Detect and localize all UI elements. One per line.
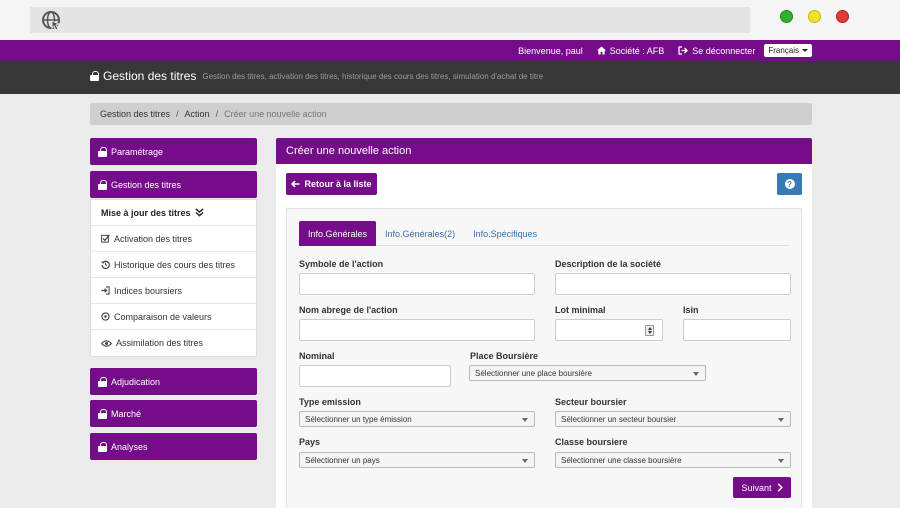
page-title: Gestion des titres	[103, 69, 197, 83]
panel-title: Créer une nouvelle action	[276, 138, 812, 164]
breadcrumb: Gestion des titres / Action / Créer une …	[90, 103, 812, 125]
form-tabs: Info.Générales Info.Générales(2) Info.Sp…	[299, 221, 789, 246]
company-link[interactable]: Société : AFB	[596, 45, 665, 56]
nominal-label: Nominal	[299, 351, 335, 361]
symbole-input[interactable]	[299, 273, 535, 295]
nom-abrege-label: Nom abrege de l'action	[299, 305, 398, 315]
form-container: Info.Générales Info.Générales(2) Info.Sp…	[286, 208, 802, 508]
sidebar-subitem-indices[interactable]: Indices boursiers	[91, 278, 256, 304]
window-minimize-button[interactable]	[808, 10, 821, 23]
tab-info-specifiques[interactable]: Info.Spécifiques	[464, 221, 546, 246]
double-chevron-down-icon	[194, 208, 204, 217]
sidebar-item-gestion-titres[interactable]: Gestion des titres	[90, 171, 257, 198]
number-spinner[interactable]	[645, 325, 654, 336]
breadcrumb-item[interactable]: Gestion des titres	[100, 109, 170, 119]
isin-label: Isin	[683, 305, 699, 315]
browser-chrome	[0, 0, 900, 40]
isin-input[interactable]	[683, 319, 791, 341]
window-maximize-button[interactable]	[780, 10, 793, 23]
page-subtitle: Gestion des titres, activation des titre…	[202, 71, 544, 81]
lock-icon	[98, 179, 107, 190]
home-icon	[596, 46, 606, 55]
symbole-label: Symbole de l'action	[299, 259, 384, 269]
eye-icon	[101, 339, 112, 347]
lock-icon	[98, 376, 107, 387]
target-icon	[101, 312, 110, 321]
breadcrumb-item[interactable]: Action	[185, 109, 210, 119]
classe-boursiere-label: Classe boursiere	[555, 437, 628, 447]
pays-select[interactable]: Sélectionner un pays	[299, 452, 535, 468]
address-bar[interactable]	[30, 7, 750, 33]
caret-down-icon	[802, 49, 808, 52]
description-input[interactable]	[555, 273, 791, 295]
page-header: Gestion des titres Gestion des titres, a…	[0, 61, 900, 94]
sidebar-item-marche[interactable]: Marché	[90, 400, 257, 427]
lot-minimal-input[interactable]	[555, 319, 663, 341]
lock-icon	[98, 408, 107, 419]
description-label: Description de la société	[555, 259, 662, 269]
sign-in-icon	[101, 286, 110, 295]
top-nav-bar: Bienvenue, paul Société : AFB Se déconne…	[0, 40, 900, 61]
language-select[interactable]: Français	[764, 44, 812, 57]
type-emission-select[interactable]: Sélectionner un type émission	[299, 411, 535, 427]
tab-info-generales-2[interactable]: Info.Générales(2)	[376, 221, 464, 246]
next-button[interactable]: Suivant	[733, 477, 791, 498]
language-value: Français	[768, 46, 799, 55]
chevron-right-icon	[777, 483, 783, 492]
main-panel: Créer une nouvelle action Retour à la li…	[276, 138, 812, 508]
sidebar-submenu: Mise à jour des titres Activation des ti…	[90, 199, 257, 357]
secteur-boursier-label: Secteur boursier	[555, 397, 627, 407]
lock-icon	[98, 441, 107, 452]
logout-icon	[678, 46, 689, 55]
arrow-left-icon	[291, 180, 301, 188]
lock-icon	[90, 71, 99, 81]
sidebar-item-parametrage[interactable]: Paramétrage	[90, 138, 257, 165]
sidebar-subitem-comparaison[interactable]: Comparaison de valeurs	[91, 304, 256, 330]
sidebar-item-analyses[interactable]: Analyses	[90, 433, 257, 460]
secteur-boursier-select[interactable]: Sélectionner un secteur boursier	[555, 411, 791, 427]
logout-link[interactable]: Se déconnecter	[678, 46, 755, 56]
company-label: Société : AFB	[609, 45, 665, 56]
sidebar-subitem-mise-a-jour[interactable]: Mise à jour des titres	[91, 200, 256, 226]
window-close-button[interactable]	[836, 10, 849, 23]
pays-label: Pays	[299, 437, 321, 447]
place-boursiere-select[interactable]: Sélectionner une place boursière	[469, 365, 706, 381]
lot-minimal-label: Lot minimal	[555, 305, 606, 315]
nominal-input[interactable]	[299, 365, 451, 387]
classe-boursiere-select[interactable]: Sélectionner une classe boursière	[555, 452, 791, 468]
history-icon	[101, 260, 110, 269]
nom-abrege-input[interactable]	[299, 319, 535, 341]
logout-label: Se déconnecter	[692, 45, 756, 56]
globe-cursor-icon	[42, 11, 61, 30]
sidebar-subitem-activation[interactable]: Activation des titres	[91, 226, 256, 252]
welcome-text: Bienvenue, paul	[518, 45, 583, 56]
tab-info-generales[interactable]: Info.Générales	[299, 221, 377, 246]
checkbox-checked-icon	[101, 234, 110, 243]
question-icon: ?	[784, 179, 795, 189]
place-boursiere-label: Place Boursière	[470, 351, 539, 361]
back-to-list-button[interactable]: Retour à la liste	[286, 173, 377, 195]
lock-icon	[98, 146, 107, 157]
sidebar-item-adjudication[interactable]: Adjudication	[90, 368, 257, 395]
type-emission-label: Type emission	[299, 397, 361, 407]
help-button[interactable]: ?	[777, 173, 802, 195]
breadcrumb-current: Créer une nouvelle action	[224, 109, 327, 119]
sidebar-subitem-assimilation[interactable]: Assimilation des titres	[91, 330, 256, 356]
sidebar-subitem-historique[interactable]: Historique des cours des titres	[91, 252, 256, 278]
